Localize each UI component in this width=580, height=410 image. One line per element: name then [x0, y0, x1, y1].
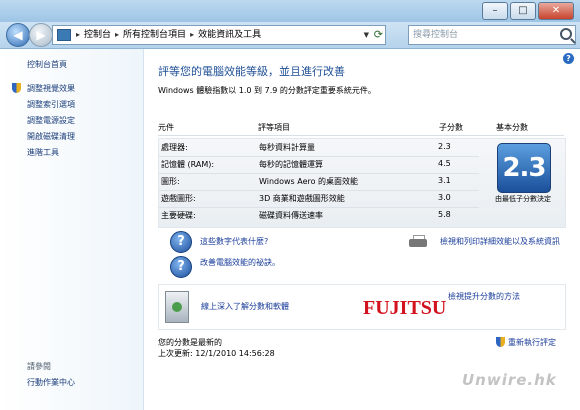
sidebar-item-disk-cleanup[interactable]: 開啟磁碟清理 — [27, 131, 75, 142]
score-table: 處理器: 每秒資料計算量 2.3 記憶體 (RAM): 每秒的記憶體運算 4.5… — [158, 138, 566, 228]
shield-icon — [12, 83, 21, 93]
upgrade-link[interactable]: 檢視提升分數的方法 — [448, 291, 520, 302]
rated-item-label: 磁碟資料傳送速率 — [259, 211, 323, 220]
chevron-right-icon: ▸ — [115, 30, 120, 39]
sidebar-item-indexing[interactable]: 調整索引選項 — [27, 99, 75, 110]
forward-button[interactable]: ▶ — [29, 23, 53, 47]
rated-item-label: 每秒的記憶體運算 — [259, 160, 323, 169]
main-content: ? 評等您的電腦效能等級，並且進行改善 Windows 體驗指數以 1.0 到 … — [144, 49, 580, 410]
table-row: 圖形: Windows Aero 的桌面效能 3.1 — [159, 173, 479, 190]
sidebar: 控制台首頁 調整視覺效果 調整索引選項 調整電源設定 開啟磁碟清理 進階工具 請… — [0, 49, 144, 410]
table-row: 處理器: 每秒資料計算量 2.3 — [159, 139, 479, 156]
sidebar-item-action-center[interactable]: 行動作業中心 — [27, 377, 75, 388]
title-bar: – □ ✕ — [0, 0, 580, 22]
software-box-icon — [165, 291, 189, 323]
column-header-component: 元件 — [158, 123, 174, 132]
control-panel-icon — [57, 29, 71, 41]
search-icon[interactable] — [560, 28, 572, 40]
component-label: 主要硬碟: — [161, 211, 196, 220]
maximize-button[interactable]: □ — [510, 2, 536, 20]
rated-item-label: 3D 商業和遊戲圖形效能 — [259, 194, 345, 203]
refresh-icon[interactable]: ⟳ — [374, 26, 383, 44]
breadcrumb-all-items[interactable]: 所有控制台項目 — [121, 26, 188, 44]
subscore-value: 3.0 — [438, 193, 451, 202]
address-bar[interactable]: ▸ 控制台 ▸ 所有控制台項目 ▸ 效能資訊及工具 ▼ ⟳ — [52, 25, 386, 45]
tips-link[interactable]: 改善電腦效能的祕訣。 — [200, 257, 280, 268]
page-subtitle: Windows 體驗指數以 1.0 到 7.9 的分數評定重要系統元件。 — [158, 86, 376, 95]
chevron-right-icon: ▸ — [190, 30, 195, 39]
search-input[interactable]: 搜尋控制台 — [408, 25, 576, 45]
column-header-subscore: 子分數 — [439, 123, 463, 132]
help-question-icon[interactable]: ? — [170, 231, 192, 253]
learn-more-link[interactable]: 線上深入了解分數和軟體 — [201, 301, 289, 312]
column-header-rated-item: 評等項目 — [258, 123, 290, 132]
table-row: 記憶體 (RAM): 每秒的記憶體運算 4.5 — [159, 156, 479, 173]
help-icon[interactable]: ? — [563, 53, 574, 64]
shield-icon — [496, 337, 505, 347]
column-header-base-score: 基本分數 — [496, 123, 528, 132]
back-button[interactable]: ◀ — [6, 23, 30, 47]
promo-panel: 線上深入了解分數和軟體 FUJITSU 檢視提升分數的方法 — [158, 284, 566, 330]
breadcrumb-performance[interactable]: 效能資訊及工具 — [196, 26, 263, 44]
help-question-icon[interactable]: ? — [170, 256, 192, 278]
table-row: 遊戲圖形: 3D 商業和遊戲圖形效能 3.0 — [159, 190, 479, 207]
window-controls: – □ ✕ — [482, 2, 574, 20]
rated-item-label: Windows Aero 的桌面效能 — [259, 177, 359, 186]
component-label: 記憶體 (RAM): — [161, 160, 215, 169]
subscore-value: 3.1 — [438, 176, 451, 185]
chevron-right-icon: ▸ — [76, 30, 81, 39]
see-also-heading: 請參閱 — [27, 362, 51, 371]
table-row: 主要硬碟: 磁碟資料傳送速率 5.8 — [159, 207, 479, 224]
last-update-text: 上次更新: 12/1/2010 14:56:28 — [158, 349, 275, 358]
component-label: 處理器: — [161, 143, 188, 152]
sidebar-item-power[interactable]: 調整電源設定 — [27, 115, 75, 126]
rated-item-label: 每秒資料計算量 — [259, 143, 315, 152]
watermark: Unwire.hk — [462, 371, 557, 389]
navigation-bar: ◀ ▶ ▸ 控制台 ▸ 所有控制台項目 ▸ 效能資訊及工具 ▼ ⟳ 搜尋控制台 — [0, 22, 580, 49]
close-button[interactable]: ✕ — [538, 2, 574, 20]
component-label: 遊戲圖形: — [161, 194, 196, 203]
sidebar-item-home[interactable]: 控制台首頁 — [27, 59, 67, 70]
search-placeholder: 搜尋控制台 — [413, 30, 459, 40]
subscore-value: 4.5 — [438, 159, 451, 168]
base-score-caption: 由最低子分數決定 — [495, 195, 551, 203]
sidebar-item-visual-effects[interactable]: 調整視覺效果 — [27, 83, 75, 94]
page-title: 評等您的電腦效能等級，並且進行改善 — [158, 65, 345, 78]
breadcrumb-control-panel[interactable]: 控制台 — [82, 26, 113, 44]
subscore-value: 5.8 — [438, 210, 451, 219]
what-numbers-mean-link[interactable]: 這些數字代表什麼? — [200, 236, 268, 247]
fujitsu-logo[interactable]: FUJITSU — [363, 297, 446, 320]
minimize-button[interactable]: – — [482, 2, 508, 20]
sidebar-item-advanced-tools[interactable]: 進階工具 — [27, 147, 59, 158]
print-details-link[interactable]: 檢視和列印詳細效能以及系統資訊 — [440, 236, 560, 247]
base-score-badge: 2.3 — [497, 143, 551, 193]
score-status: 您的分數是最新的 — [158, 338, 222, 347]
printer-icon — [409, 235, 427, 249]
subscore-value: 2.3 — [438, 142, 451, 151]
rerun-assessment-link[interactable]: 重新執行評定 — [508, 337, 556, 348]
chevron-down-icon[interactable]: ▼ — [364, 26, 369, 44]
divider — [158, 135, 564, 136]
component-label: 圖形: — [161, 177, 180, 186]
